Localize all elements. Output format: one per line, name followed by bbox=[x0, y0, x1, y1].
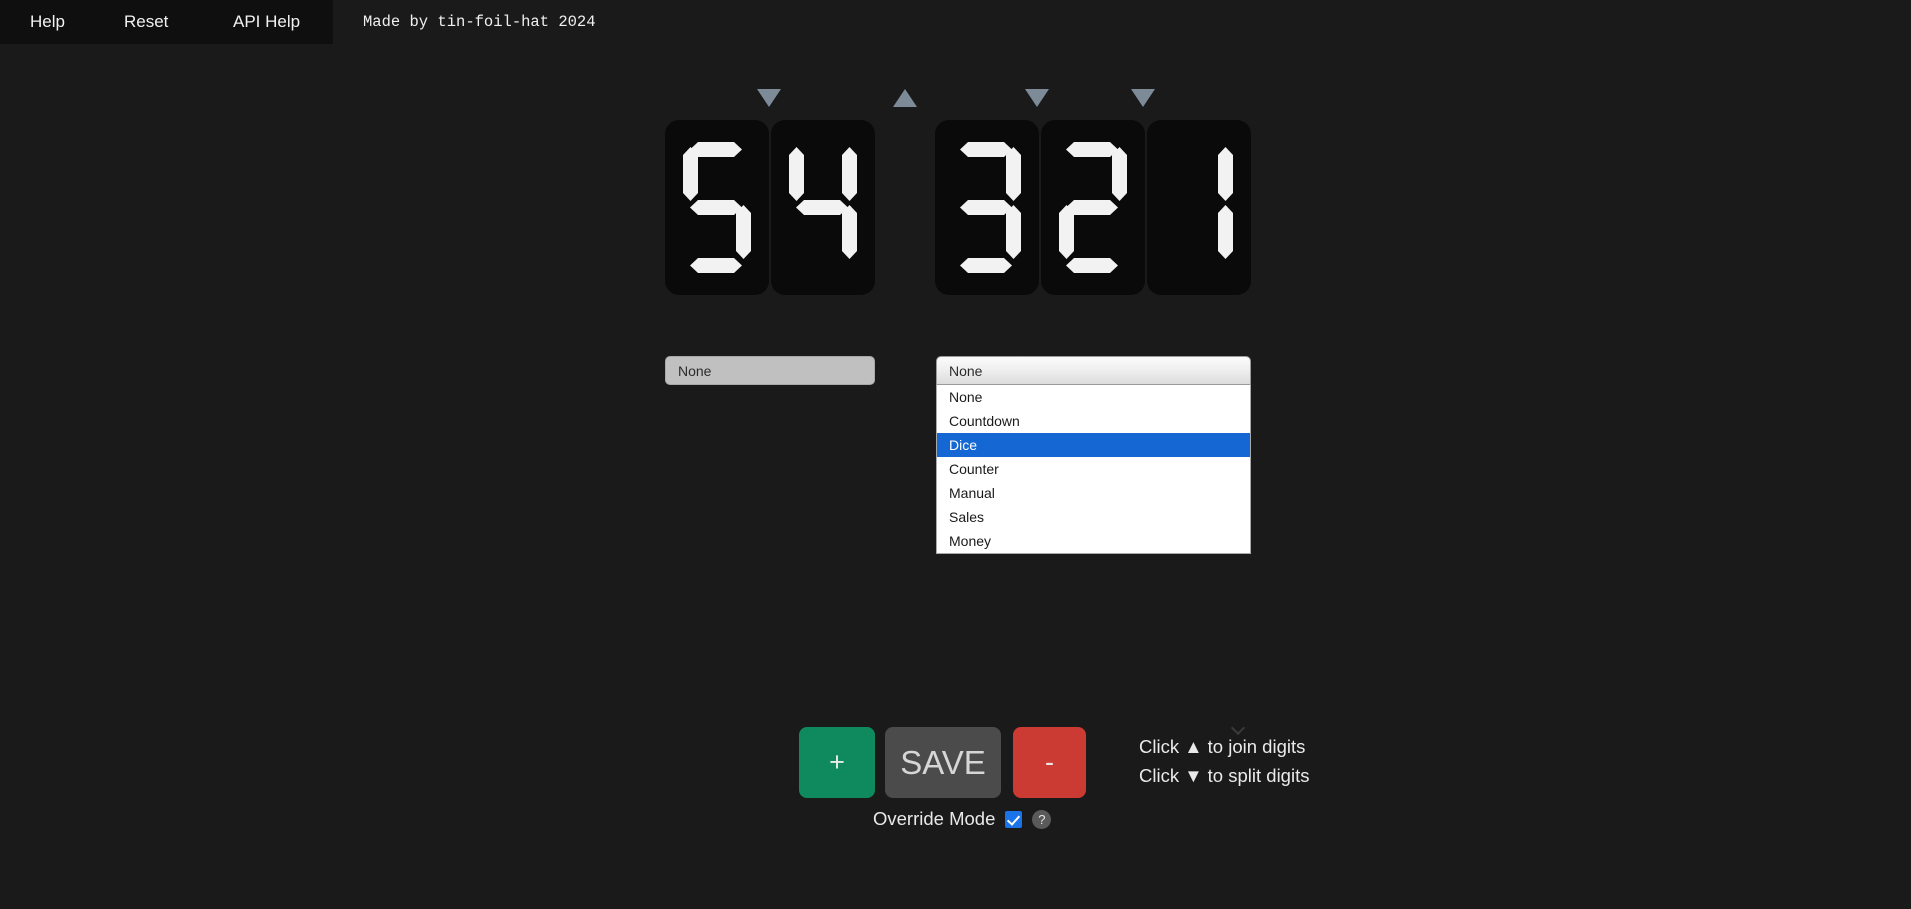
mode-select-left[interactable]: NoneCountdownDiceCounterManualSalesMoney bbox=[665, 356, 875, 385]
dropdown-option-countdown[interactable]: Countdown bbox=[937, 409, 1250, 433]
triangle-up-icon-join-1[interactable] bbox=[893, 89, 917, 107]
seven-segment-digit[interactable] bbox=[935, 120, 1039, 295]
decrement-button[interactable]: - bbox=[1013, 727, 1086, 798]
navbar: Help Reset API Help bbox=[0, 0, 333, 44]
hint-split: Click ▼ to split digits bbox=[1139, 765, 1310, 786]
nav-link-help[interactable]: Help bbox=[30, 12, 65, 32]
segment-g bbox=[796, 200, 848, 215]
hint-text: Click ▲ to join digits Click ▼ to split … bbox=[1139, 732, 1309, 790]
segment-d bbox=[960, 258, 1012, 273]
control-buttons: + SAVE - bbox=[799, 727, 1086, 798]
nav-link-api-help[interactable]: API Help bbox=[233, 12, 300, 32]
credit-text: Made by tin-foil-hat 2024 bbox=[363, 13, 596, 31]
segment-c bbox=[1006, 205, 1021, 259]
override-mode-checkbox[interactable] bbox=[1005, 810, 1023, 828]
seven-segment-displays bbox=[665, 120, 1251, 295]
digit-group-right[interactable] bbox=[935, 120, 1251, 295]
seven-segment-digit[interactable] bbox=[1147, 120, 1251, 295]
seven-segment-digit[interactable] bbox=[1041, 120, 1145, 295]
override-mode-label: Override Mode bbox=[873, 808, 996, 829]
segment-d bbox=[690, 258, 742, 273]
dropdown-option-dice[interactable]: Dice bbox=[937, 433, 1250, 457]
mode-select-right[interactable]: NoneCountdownDiceCounterManualSalesMoney bbox=[936, 356, 1251, 385]
segment-g bbox=[960, 200, 1012, 215]
segment-b bbox=[1006, 147, 1021, 201]
segment-f bbox=[683, 147, 698, 201]
segment-c bbox=[736, 205, 751, 259]
increment-button[interactable]: + bbox=[799, 727, 875, 798]
dropdown-option-manual[interactable]: Manual bbox=[937, 481, 1250, 505]
segment-g bbox=[690, 200, 742, 215]
segment-g bbox=[1066, 200, 1118, 215]
segment-b bbox=[1218, 147, 1233, 201]
segment-a bbox=[690, 142, 742, 157]
help-icon[interactable]: ? bbox=[1032, 809, 1052, 829]
triangle-down-icon-split-3[interactable] bbox=[1131, 89, 1155, 107]
segment-f bbox=[789, 147, 804, 201]
segment-a bbox=[1066, 142, 1118, 157]
digit-group-left[interactable] bbox=[665, 120, 875, 295]
dropdown-option-counter[interactable]: Counter bbox=[937, 457, 1250, 481]
nav-link-reset[interactable]: Reset bbox=[124, 12, 168, 32]
save-button[interactable]: SAVE bbox=[885, 727, 1001, 798]
triangle-down-icon-split-0[interactable] bbox=[757, 89, 781, 107]
hint-join: Click ▲ to join digits bbox=[1139, 736, 1306, 757]
segment-e bbox=[1059, 205, 1074, 259]
seven-segment-digit[interactable] bbox=[665, 120, 769, 295]
seven-segment-digit[interactable] bbox=[771, 120, 875, 295]
segment-a bbox=[960, 142, 1012, 157]
triangle-down-icon-split-2[interactable] bbox=[1025, 89, 1049, 107]
mode-dropdown-options[interactable]: None Countdown Dice Counter Manual Sales Money bbox=[936, 385, 1251, 554]
dropdown-option-sales[interactable]: Sales bbox=[937, 505, 1250, 529]
segment-b bbox=[1112, 147, 1127, 201]
dropdown-option-money[interactable]: Money bbox=[937, 529, 1250, 553]
override-mode-row: Override Mode ? bbox=[873, 808, 1052, 830]
segment-c bbox=[842, 205, 857, 259]
dropdown-option-none[interactable]: None bbox=[937, 385, 1250, 409]
segment-d bbox=[1066, 258, 1118, 273]
segment-b bbox=[842, 147, 857, 201]
segment-c bbox=[1218, 205, 1233, 259]
